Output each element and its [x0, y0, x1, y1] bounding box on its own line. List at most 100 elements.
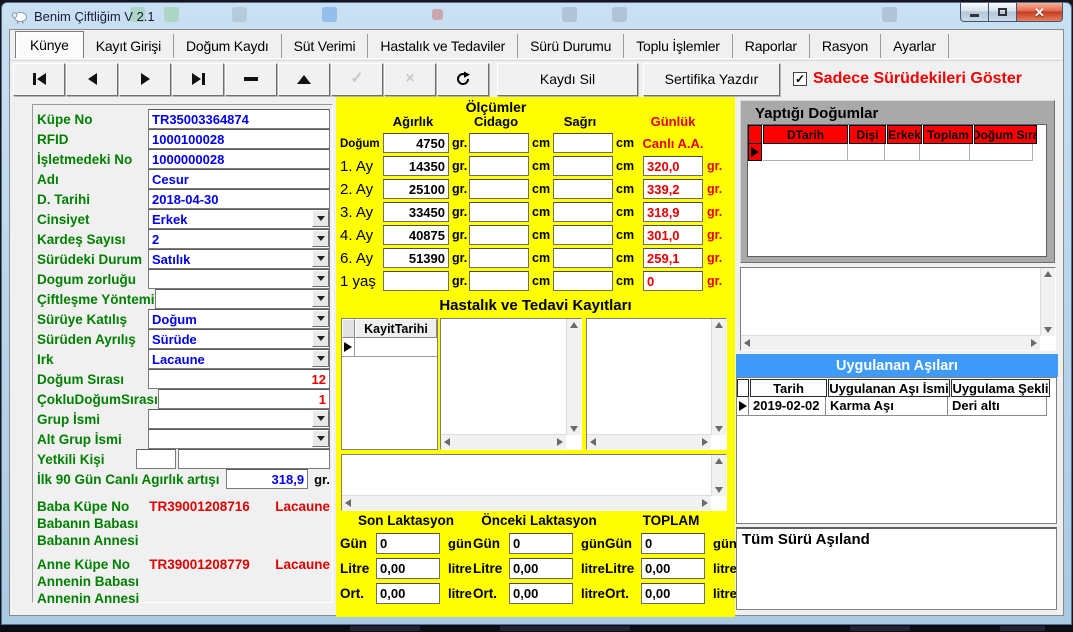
suruye-katilis-combo[interactable]	[148, 309, 330, 329]
month1-cidago-input[interactable]	[469, 156, 529, 176]
treatment-detail-listbox[interactable]	[586, 318, 727, 450]
cinsiyet-combo[interactable]	[148, 209, 330, 229]
disease-date-grid[interactable]: KayitTarihi	[341, 318, 438, 450]
birth-sagri-input[interactable]	[553, 133, 613, 153]
tab-dogum-kaydi[interactable]: Doğum Kaydı	[174, 34, 282, 58]
scroll-up-icon[interactable]	[715, 322, 723, 328]
nav-prior-button[interactable]	[66, 63, 118, 96]
grid-row[interactable]	[342, 338, 437, 357]
grid-cell[interactable]	[970, 144, 1033, 161]
herd-filter-checkbox[interactable]: ✓	[793, 72, 807, 86]
nav-cancel-button[interactable]: ×	[384, 63, 436, 96]
horizontal-scrollbar[interactable]	[342, 495, 711, 510]
year1-sagri-input[interactable]	[553, 271, 613, 291]
scroll-down-icon[interactable]	[715, 487, 723, 493]
tab-kayit-girisi[interactable]: Kayıt Girişi	[84, 34, 174, 58]
month4-sagri-input[interactable]	[553, 225, 613, 245]
vaccines-column-asi-ismi[interactable]: Uygulanan Aşı İsmi	[828, 379, 950, 397]
month1-daily-gain-input[interactable]	[643, 156, 703, 176]
month2-daily-gain-input[interactable]	[643, 179, 703, 199]
nav-first-button[interactable]	[13, 63, 65, 96]
tab-ayarlar[interactable]: Ayarlar	[881, 34, 949, 58]
total-lactation-litres-input[interactable]	[641, 558, 705, 579]
adi-input[interactable]	[148, 169, 330, 189]
scroll-left-icon[interactable]	[345, 499, 351, 507]
isletmedeki-no-input[interactable]	[148, 149, 330, 169]
scroll-right-icon[interactable]	[1031, 339, 1037, 347]
yetkili-kisi-code-input[interactable]	[136, 449, 176, 469]
grid-cell[interactable]	[763, 144, 848, 161]
nav-delete-button[interactable]	[225, 63, 277, 96]
disease-detail-listbox[interactable]	[440, 318, 582, 450]
birth-cidago-input[interactable]	[469, 133, 529, 153]
tab-rasyon[interactable]: Rasyon	[810, 34, 881, 58]
kayit-tarihi-column-header[interactable]: KayitTarihi	[355, 319, 437, 338]
weight-gain-input[interactable]	[226, 469, 308, 489]
scroll-down-icon[interactable]	[1044, 327, 1052, 333]
tab-raporlar[interactable]: Raporlar	[733, 34, 810, 58]
delete-record-button[interactable]: Kaydı Sil	[497, 63, 638, 96]
combo-arrow-button[interactable]	[312, 290, 329, 307]
month4-daily-gain-input[interactable]	[643, 225, 703, 245]
coklu-dogum-sirasi-input[interactable]	[158, 389, 330, 409]
vertical-scrollbar[interactable]	[711, 319, 726, 435]
horizontal-scrollbar[interactable]	[441, 434, 566, 449]
births-column-erkek[interactable]: Erkek	[887, 125, 922, 144]
month1-weight-input[interactable]	[383, 156, 449, 176]
maximize-button[interactable]	[989, 3, 1016, 22]
grid-cell[interactable]	[885, 144, 920, 161]
vaccines-grid[interactable]: Tarih Uygulanan Aşı İsmi Uygulama Şekli …	[736, 377, 1057, 524]
dogum-sirasi-input[interactable]	[148, 369, 330, 389]
year1-daily-gain-input[interactable]	[643, 271, 703, 291]
month3-weight-input[interactable]	[383, 202, 449, 222]
vaccines-column-uygulama-sekli[interactable]: Uygulama Şekli	[951, 379, 1050, 397]
vertical-scrollbar[interactable]	[566, 319, 581, 435]
last-lactation-litres-input[interactable]	[376, 558, 440, 579]
month6-cidago-input[interactable]	[469, 248, 529, 268]
close-button[interactable]: ✕	[1016, 3, 1063, 22]
scroll-up-icon[interactable]	[1044, 271, 1052, 277]
dogum-zorlugu-combo[interactable]	[148, 269, 330, 289]
combo-arrow-button[interactable]	[312, 210, 329, 227]
year1-cidago-input[interactable]	[469, 271, 529, 291]
scroll-down-icon[interactable]	[715, 426, 723, 432]
year1-weight-input[interactable]	[383, 271, 449, 291]
vaccines-column-tarih[interactable]: Tarih	[750, 379, 827, 397]
scroll-right-icon[interactable]	[702, 499, 708, 507]
vaccine-date-cell[interactable]: 2019-02-02	[749, 397, 826, 416]
births-notes-listbox[interactable]	[740, 267, 1056, 351]
grid-cell[interactable]	[355, 338, 437, 357]
alt-grup-ismi-combo[interactable]	[148, 429, 330, 449]
births-column-disi[interactable]: Dişi	[849, 125, 886, 144]
combo-arrow-button[interactable]	[312, 230, 329, 247]
scroll-up-icon[interactable]	[715, 458, 723, 464]
month6-sagri-input[interactable]	[553, 248, 613, 268]
rfid-input[interactable]	[148, 129, 330, 149]
month6-daily-gain-input[interactable]	[643, 248, 703, 268]
minimize-button[interactable]	[960, 3, 989, 22]
scroll-up-icon[interactable]	[570, 322, 578, 328]
births-column-dogum-sira[interactable]: Doğum Sıra	[974, 125, 1037, 144]
month6-weight-input[interactable]	[383, 248, 449, 268]
combo-arrow-button[interactable]	[312, 330, 329, 347]
scroll-down-icon[interactable]	[570, 426, 578, 432]
total-lactation-days-input[interactable]	[641, 533, 705, 554]
horizontal-scrollbar[interactable]	[587, 434, 711, 449]
previous-lactation-average-input[interactable]	[509, 583, 573, 604]
combo-arrow-button[interactable]	[312, 270, 329, 287]
tab-hastalik-ve-tedaviler[interactable]: Hastalık ve Tedaviler	[368, 34, 518, 58]
births-column-dtarih[interactable]: DTarih	[763, 125, 848, 144]
combo-arrow-button[interactable]	[312, 410, 329, 427]
births-grid[interactable]: DTarih Dişi Erkek Toplam Doğum Sıra	[747, 124, 1047, 257]
month4-cidago-input[interactable]	[469, 225, 529, 245]
suruden-ayrilis-combo[interactable]	[148, 329, 330, 349]
grid-cell[interactable]	[848, 144, 885, 161]
previous-lactation-litres-input[interactable]	[509, 558, 573, 579]
combo-arrow-button[interactable]	[312, 250, 329, 267]
tab-kunye[interactable]: Künye	[15, 31, 84, 58]
tab-sut-verimi[interactable]: Süt Verimi	[282, 34, 369, 58]
scroll-right-icon[interactable]	[557, 438, 563, 446]
last-lactation-average-input[interactable]	[376, 583, 440, 604]
disease-notes-box[interactable]	[341, 454, 727, 511]
month2-sagri-input[interactable]	[553, 179, 613, 199]
